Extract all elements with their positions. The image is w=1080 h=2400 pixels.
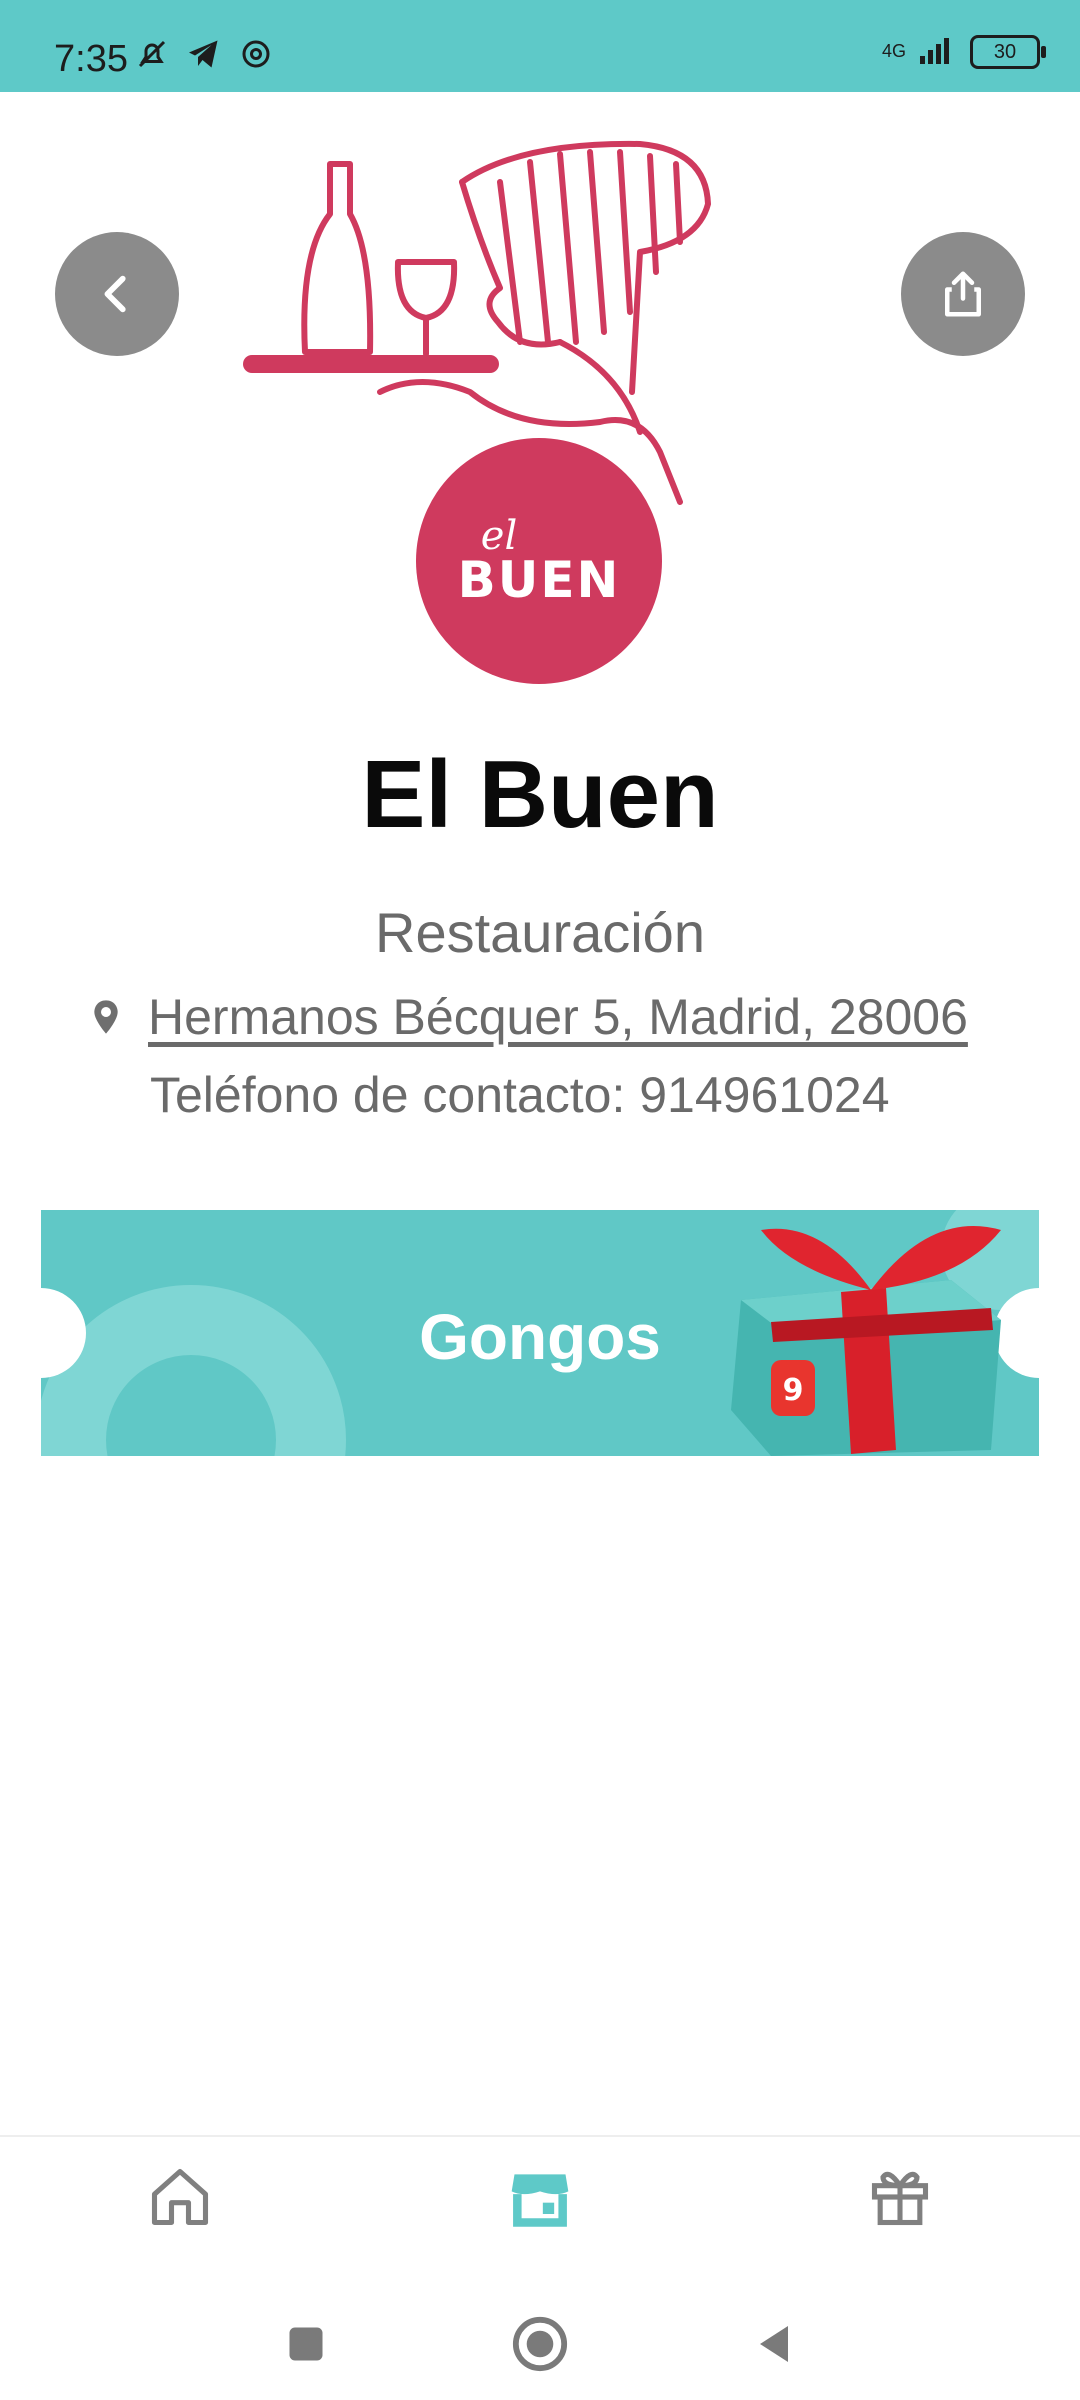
nav-store[interactable] xyxy=(500,2157,580,2237)
signal-icon xyxy=(918,34,958,69)
telegram-icon xyxy=(186,36,222,77)
restaurant-logo: el BUEN xyxy=(416,438,662,684)
openai-icon xyxy=(238,36,274,77)
svg-text:9: 9 xyxy=(783,1373,804,1408)
mute-bell-icon xyxy=(134,36,170,77)
system-navigation xyxy=(0,2290,1080,2400)
restaurant-name: El Buen xyxy=(361,741,719,848)
battery-indicator: 30 xyxy=(970,34,1046,69)
circle-icon xyxy=(512,2316,568,2372)
network-type: 4G xyxy=(881,41,906,61)
store-icon xyxy=(511,2174,569,2227)
gift-icon xyxy=(871,2171,929,2226)
logo-big-text: BUEN xyxy=(457,551,621,609)
system-back-button[interactable] xyxy=(744,2314,804,2374)
square-icon xyxy=(289,2327,323,2361)
nav-gift[interactable] xyxy=(860,2157,940,2237)
logo-small-text: el xyxy=(480,513,518,559)
status-bar: 7:35 4G 30 xyxy=(0,0,1080,92)
bottom-navigation xyxy=(0,2135,1080,2267)
status-time: 7:35 xyxy=(54,38,128,80)
home-icon xyxy=(151,2168,209,2226)
gongos-banner[interactable]: Gongos 9 xyxy=(41,1210,1039,1456)
back-button[interactable] xyxy=(55,232,179,356)
address-link[interactable]: Hermanos Bécquer 5, Madrid, 28006 xyxy=(148,988,968,1046)
share-button[interactable] xyxy=(901,232,1025,356)
gift-box-image: 9 xyxy=(731,1226,1001,1456)
recent-apps-button[interactable] xyxy=(276,2314,336,2374)
share-icon xyxy=(945,271,981,317)
nav-home[interactable] xyxy=(140,2157,220,2237)
back-arrow-icon xyxy=(104,275,126,313)
address-row[interactable]: Hermanos Bécquer 5, Madrid, 28006 xyxy=(86,988,968,1046)
restaurant-category: Restauración xyxy=(375,901,705,964)
system-home-button[interactable] xyxy=(510,2314,570,2374)
location-pin-icon xyxy=(94,1000,118,1034)
contact-phone: Teléfono de contacto: 914961024 xyxy=(150,1067,890,1123)
triangle-back-icon xyxy=(760,2326,788,2362)
